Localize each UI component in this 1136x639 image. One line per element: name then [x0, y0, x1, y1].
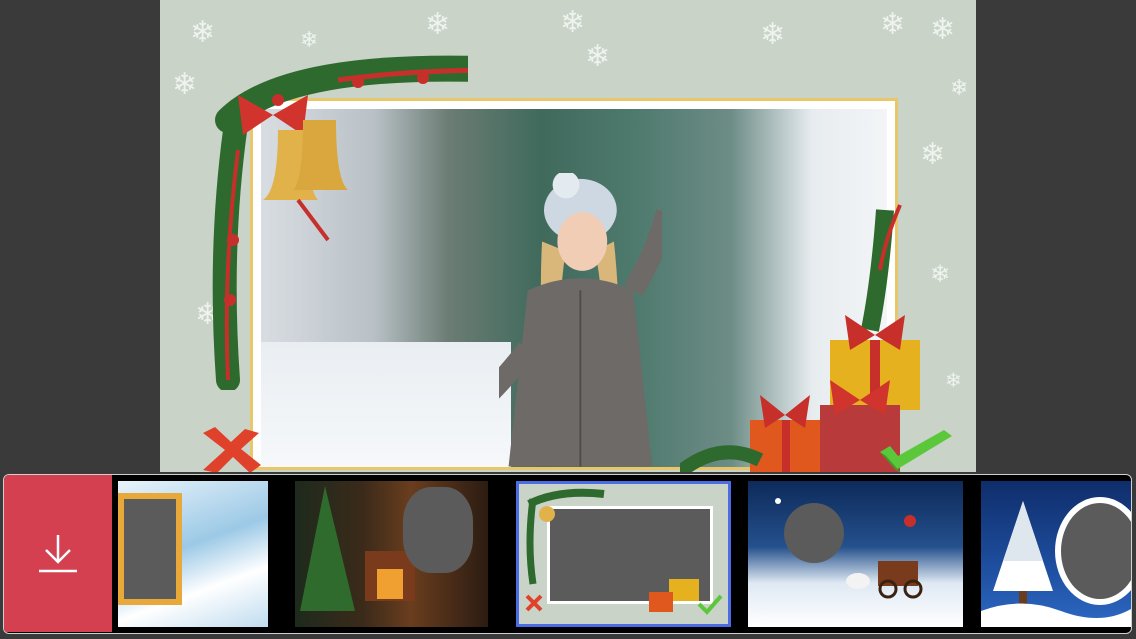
snowflake-icon: ❄: [172, 67, 198, 102]
holly-decoration-icon: [525, 488, 723, 615]
download-button[interactable]: [4, 475, 112, 632]
red-x-icon[interactable]: [195, 425, 265, 472]
frame-thumbnail-fireplace[interactable]: [295, 481, 488, 627]
frame-thumbnail-snowy-tree[interactable]: [981, 481, 1131, 627]
frame-thumbnail-santa-sleigh[interactable]: [748, 481, 963, 627]
photo-slot: [118, 493, 182, 605]
snowflake-icon: ❄: [880, 7, 906, 42]
snowflake-icon: ❄: [920, 137, 946, 172]
woman-in-snow-image: [498, 173, 662, 467]
editor-canvas[interactable]: ❄ ❄ ❄ ❄ ❄ ❄ ❄ ❄ ❄ ❄ ❄ ❄ ❄ ❄: [160, 0, 976, 472]
snowflake-icon: ❄: [950, 76, 969, 101]
snowflake-icon: ❄: [945, 368, 962, 392]
frame-picker-strip[interactable]: [3, 474, 1132, 634]
holly-bells-garland: [212, 55, 468, 390]
frame-thumbnail-snow-hills[interactable]: [118, 481, 268, 627]
snowflake-icon: ❄: [760, 17, 786, 52]
photo-slot: [403, 487, 473, 573]
green-check-icon[interactable]: [876, 430, 956, 472]
frame-thumbnail-holly-bells[interactable]: [516, 481, 731, 627]
sleigh-icon: [775, 498, 923, 599]
snowy-tree-icon: [981, 501, 1131, 627]
download-icon: [39, 534, 77, 572]
snowflake-icon: ❄: [425, 7, 451, 42]
snowflake-icon: ❄: [930, 12, 956, 47]
snowflake-icon: ❄: [585, 39, 611, 74]
snowflake-icon: ❄: [560, 5, 586, 40]
